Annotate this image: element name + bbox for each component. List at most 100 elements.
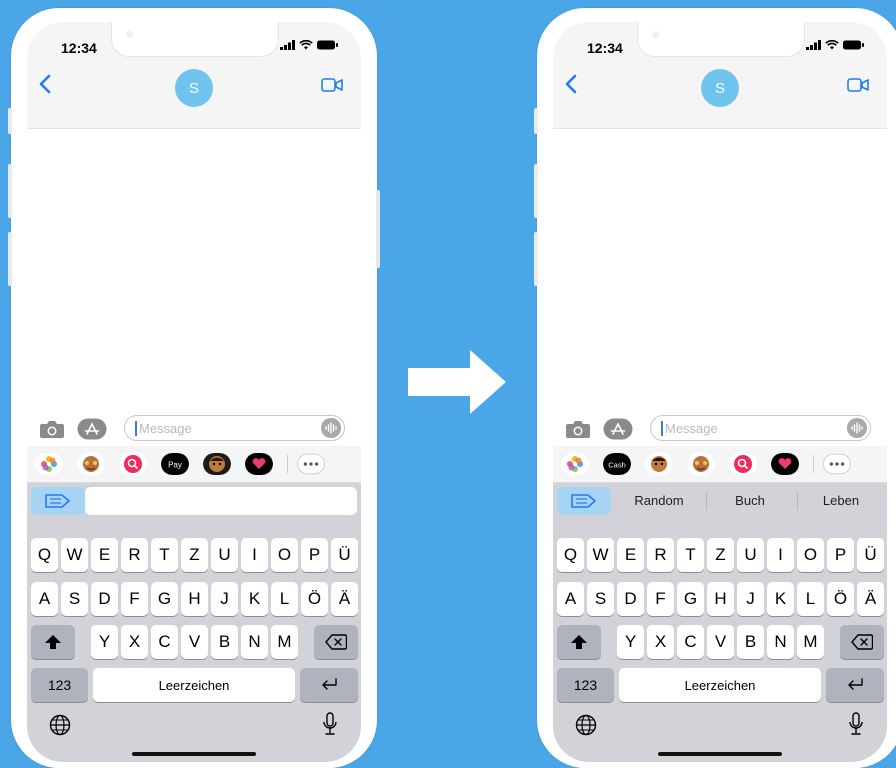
key-ue[interactable]: Ü [857,538,884,572]
globe-icon[interactable] [575,714,597,736]
video-call-icon[interactable] [847,78,869,92]
key-k[interactable]: K [241,582,268,616]
back-chevron-icon[interactable] [565,74,577,94]
app-store-icon[interactable] [77,418,107,440]
photos-icon[interactable] [561,453,589,475]
key-l[interactable]: L [271,582,298,616]
key-i[interactable]: I [241,538,268,572]
space-key[interactable]: Leerzeichen [619,668,821,702]
key-a[interactable]: A [31,582,58,616]
return-key[interactable] [826,668,884,702]
numbers-key[interactable]: 123 [557,668,614,702]
memoji-icon-2[interactable] [203,453,231,475]
key-p[interactable]: P [301,538,328,572]
digital-touch-icon[interactable] [771,453,799,475]
key-s[interactable]: S [587,582,614,616]
key-c[interactable]: C [151,625,178,659]
suggestion-3[interactable]: Leben [797,490,885,512]
key-k[interactable]: K [767,582,794,616]
key-y[interactable]: Y [91,625,118,659]
key-j[interactable]: J [211,582,238,616]
more-icon[interactable] [823,453,851,475]
key-y[interactable]: Y [617,625,644,659]
back-chevron-icon[interactable] [39,74,51,94]
key-ae[interactable]: Ä [857,582,884,616]
suggestion-1[interactable]: Random [615,490,703,512]
camera-icon[interactable] [39,419,65,439]
search-images-icon[interactable] [119,453,147,475]
numbers-key[interactable]: 123 [31,668,88,702]
key-r[interactable]: R [647,538,674,572]
key-v[interactable]: V [707,625,734,659]
key-oe[interactable]: Ö [301,582,328,616]
key-q[interactable]: Q [557,538,584,572]
key-c[interactable]: C [677,625,704,659]
key-l[interactable]: L [797,582,824,616]
microphone-icon[interactable] [848,712,864,736]
key-a[interactable]: A [557,582,584,616]
key-h[interactable]: H [181,582,208,616]
key-u[interactable]: U [737,538,764,572]
tag-button[interactable] [31,487,85,515]
key-h[interactable]: H [707,582,734,616]
key-d[interactable]: D [617,582,644,616]
app-store-icon[interactable] [603,418,633,440]
contact-avatar[interactable]: S [175,69,213,107]
apple-cash-icon[interactable]: Cash [603,453,631,475]
key-ae[interactable]: Ä [331,582,358,616]
key-x[interactable]: X [647,625,674,659]
audio-message-icon[interactable] [847,418,867,438]
key-t[interactable]: T [151,538,178,572]
shift-key[interactable] [31,625,75,659]
search-images-icon[interactable] [729,453,757,475]
key-m[interactable]: M [797,625,824,659]
key-i[interactable]: I [767,538,794,572]
key-w[interactable]: W [61,538,88,572]
key-f[interactable]: F [121,582,148,616]
key-m[interactable]: M [271,625,298,659]
return-key[interactable] [300,668,358,702]
key-q[interactable]: Q [31,538,58,572]
key-z[interactable]: Z [707,538,734,572]
key-s[interactable]: S [61,582,88,616]
key-o[interactable]: O [271,538,298,572]
key-r[interactable]: R [121,538,148,572]
microphone-icon[interactable] [322,712,338,736]
key-j[interactable]: J [737,582,764,616]
delete-key[interactable] [314,625,358,659]
key-d[interactable]: D [91,582,118,616]
key-o[interactable]: O [797,538,824,572]
key-ue[interactable]: Ü [331,538,358,572]
home-indicator[interactable] [658,752,782,756]
contact-avatar[interactable]: S [701,69,739,107]
globe-icon[interactable] [49,714,71,736]
shift-key[interactable] [557,625,601,659]
more-icon[interactable] [297,453,325,475]
key-w[interactable]: W [587,538,614,572]
key-p[interactable]: P [827,538,854,572]
memoji-icon-2[interactable] [687,453,715,475]
audio-message-icon[interactable] [321,418,341,438]
key-x[interactable]: X [121,625,148,659]
tag-button[interactable] [557,487,611,515]
memoji-icon[interactable] [77,453,105,475]
message-input[interactable]: Message [124,415,345,441]
key-v[interactable]: V [181,625,208,659]
key-t[interactable]: T [677,538,704,572]
key-g[interactable]: G [151,582,178,616]
digital-touch-icon[interactable] [245,453,273,475]
key-e[interactable]: E [91,538,118,572]
video-call-icon[interactable] [321,78,343,92]
photos-icon[interactable] [35,453,63,475]
key-u[interactable]: U [211,538,238,572]
memoji-icon[interactable] [645,453,673,475]
apple-pay-icon[interactable]: Pay [161,453,189,475]
key-b[interactable]: B [211,625,238,659]
message-input[interactable]: Message [650,415,871,441]
key-f[interactable]: F [647,582,674,616]
key-n[interactable]: N [241,625,268,659]
space-key[interactable]: Leerzeichen [93,668,295,702]
key-e[interactable]: E [617,538,644,572]
camera-icon[interactable] [565,419,591,439]
delete-key[interactable] [840,625,884,659]
